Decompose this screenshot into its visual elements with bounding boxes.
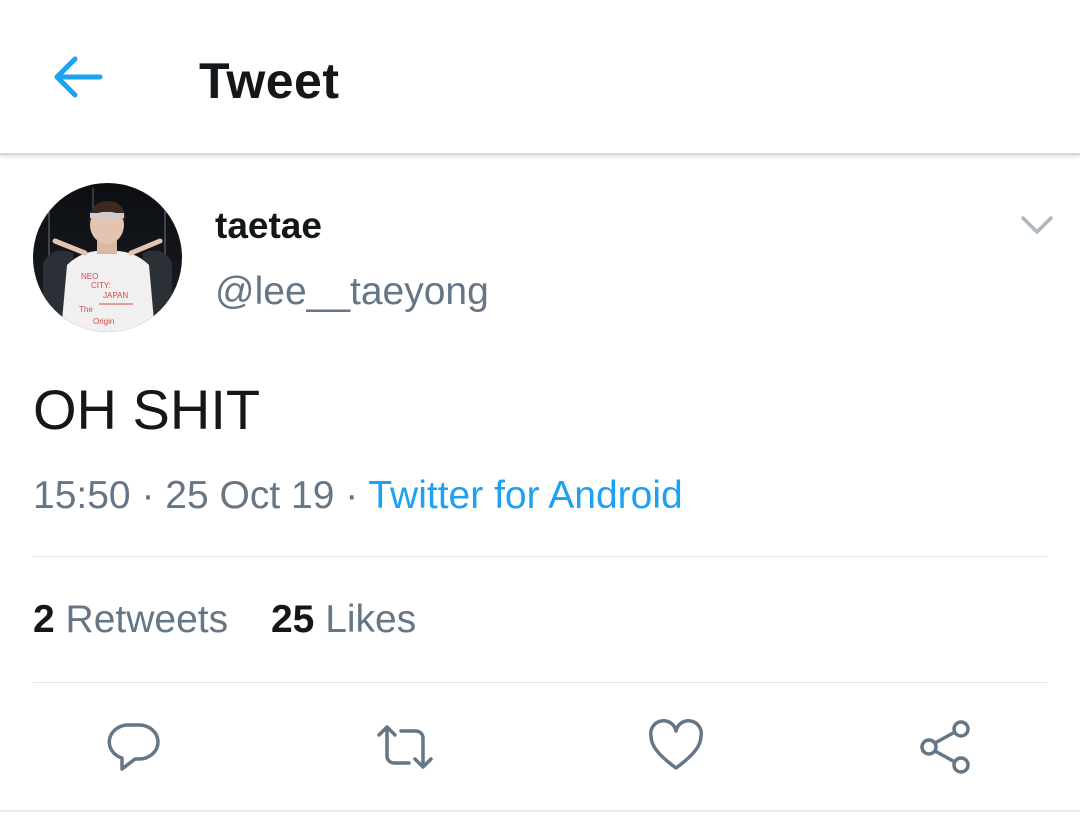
like-icon [649,719,703,770]
avatar-shirt-text: The [79,305,93,314]
avatar-shirt-text: Origin [93,317,114,326]
page-title: Tweet [199,53,340,109]
tweet-text: OH SHIT [33,378,261,441]
avatar-shirt-text: CITY: [91,281,111,290]
retweets-label: Retweets [65,598,229,641]
likes-label: Likes [325,598,417,641]
back-button[interactable] [50,52,106,102]
likes-count: 25 [270,598,315,641]
arrow-left-icon [54,56,103,98]
likes-stat[interactable]: 25 Likes [271,596,416,644]
tweet-meta: 15:50 · 25 Oct 19 · Twitter for Android [33,472,683,520]
tweet-date: 25 Oct 19 [165,474,335,517]
avatar-shirt-text: JAPAN [103,291,128,300]
reply-button[interactable] [104,718,162,776]
avatar[interactable]: NEO CITY: JAPAN The Origin [33,183,182,332]
tweet-time: 15:50 [33,474,131,517]
chevron-down-icon [1021,216,1053,234]
author-display-name[interactable]: taetae [215,204,322,248]
retweet-icon [377,725,433,769]
retweet-button[interactable] [374,718,433,776]
meta-separator: · [345,474,359,517]
avatar-shirt-text: NEO [81,272,98,281]
reply-icon [107,723,160,771]
meta-separator: · [141,474,155,517]
divider [33,682,1047,683]
like-button[interactable] [647,718,705,776]
share-button[interactable] [917,718,975,776]
avatar-image: NEO CITY: JAPAN The Origin [33,183,182,332]
author-handle[interactable]: @lee__taeyong [215,268,489,316]
divider [33,556,1047,557]
retweets-count: 2 [33,598,55,641]
divider [0,810,1080,812]
share-icon [920,720,970,774]
tweet-stats: 2 Retweets 25 Likes [33,596,416,644]
retweets-stat[interactable]: 2 Retweets [33,596,228,644]
tweet-source-link[interactable]: Twitter for Android [368,474,682,517]
app-header: Tweet [0,0,1080,155]
tweet-menu-button[interactable] [1017,208,1057,242]
